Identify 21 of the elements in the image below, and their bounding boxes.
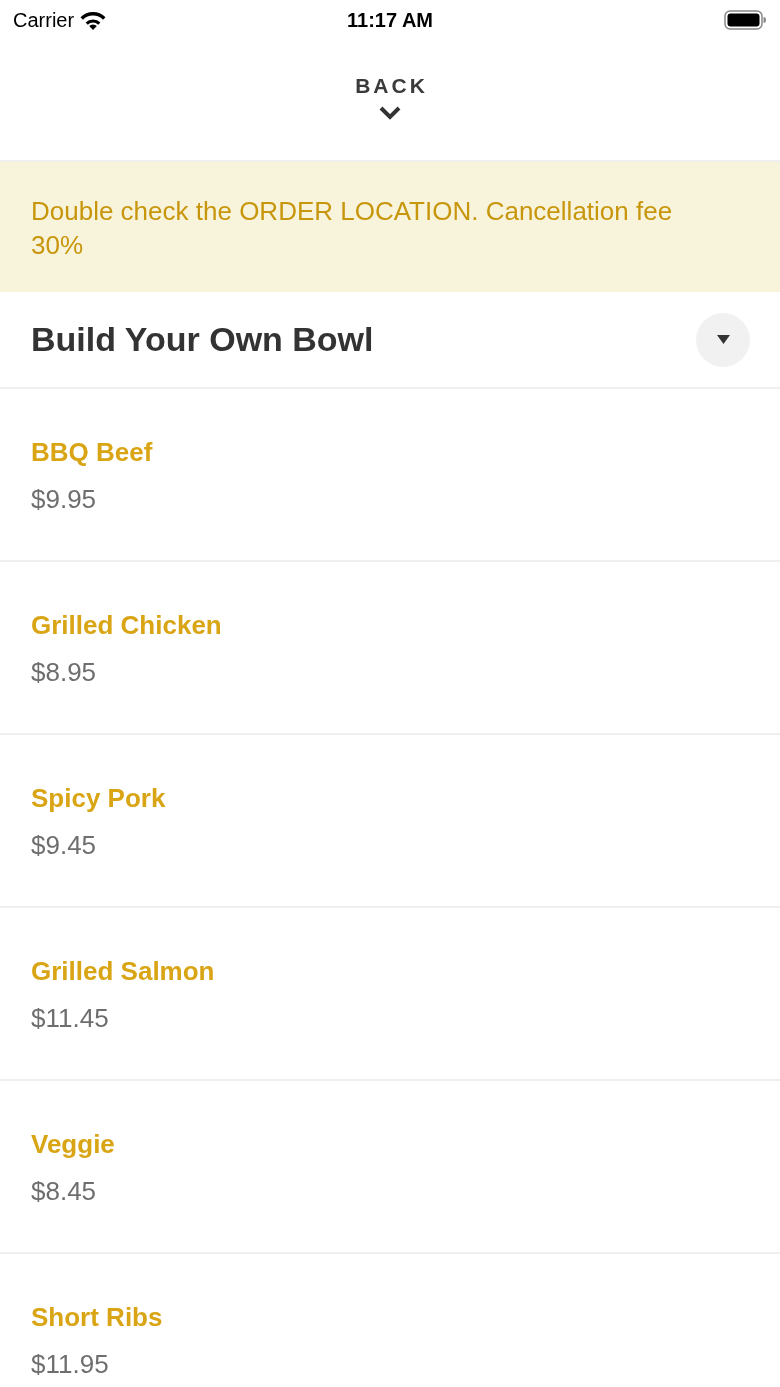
chevron-down-icon <box>379 106 401 120</box>
item-name[interactable]: Grilled Salmon <box>31 955 215 987</box>
item-name[interactable]: BBQ Beef <box>31 436 153 468</box>
item-name[interactable]: Spicy Pork <box>31 782 166 814</box>
item-price: $8.95 <box>31 656 97 688</box>
wifi-icon <box>80 10 107 30</box>
carrier-label: Carrier <box>13 8 75 32</box>
battery-icon <box>724 10 766 30</box>
status-time: 11:17 AM <box>347 8 433 32</box>
item-price: $11.95 <box>31 1348 109 1380</box>
item-price: $8.45 <box>31 1175 97 1207</box>
item-name[interactable]: Veggie <box>31 1128 115 1160</box>
section-title: Build Your Own Bowl <box>31 320 374 359</box>
item-name[interactable]: Grilled Chicken <box>31 609 222 641</box>
back-button[interactable]: BACK <box>352 74 428 120</box>
item-price: $9.95 <box>31 483 97 515</box>
banner-text: Double check the ORDER LOCATION. Cancellation fee 30% <box>31 195 674 262</box>
item-price: $11.45 <box>31 1002 109 1034</box>
item-price: $9.45 <box>31 829 97 861</box>
caret-down-icon <box>716 335 730 344</box>
item-name[interactable]: Short Ribs <box>31 1301 163 1333</box>
